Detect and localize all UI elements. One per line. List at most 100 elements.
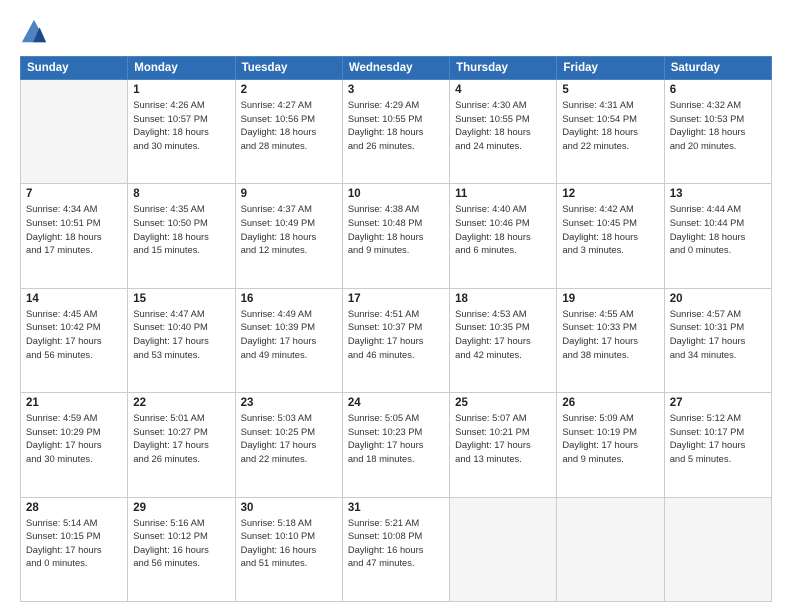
calendar-cell: 26 Sunrise: 5:09 AMSunset: 10:19 PMDaylig… xyxy=(557,393,664,497)
logo xyxy=(20,18,52,46)
day-info: Sunrise: 5:03 AMSunset: 10:25 PMDaylight… xyxy=(241,411,337,466)
header xyxy=(20,18,772,46)
calendar-table: SundayMondayTuesdayWednesdayThursdayFrid… xyxy=(20,56,772,602)
day-info: Sunrise: 4:29 AMSunset: 10:55 PMDaylight… xyxy=(348,98,444,153)
day-number: 3 xyxy=(348,84,444,96)
day-number: 4 xyxy=(455,84,551,96)
day-number: 21 xyxy=(26,397,122,409)
day-number: 20 xyxy=(670,293,766,305)
day-number: 9 xyxy=(241,188,337,200)
calendar-cell: 25 Sunrise: 5:07 AMSunset: 10:21 PMDaylig… xyxy=(450,393,557,497)
day-info: Sunrise: 4:26 AMSunset: 10:57 PMDaylight… xyxy=(133,98,229,153)
day-info: Sunrise: 4:51 AMSunset: 10:37 PMDaylight… xyxy=(348,307,444,362)
day-number: 23 xyxy=(241,397,337,409)
calendar-cell xyxy=(450,497,557,601)
calendar-cell: 17 Sunrise: 4:51 AMSunset: 10:37 PMDaylig… xyxy=(342,288,449,392)
calendar-cell: 28Sunrise: 5:14 AMSunset: 10:15 PMDaylig… xyxy=(21,497,128,601)
day-number: 13 xyxy=(670,188,766,200)
day-number: 14 xyxy=(26,293,122,305)
day-number: 16 xyxy=(241,293,337,305)
day-info: Sunrise: 4:57 AMSunset: 10:31 PMDaylight… xyxy=(670,307,766,362)
calendar-cell: 14 Sunrise: 4:45 AMSunset: 10:42 PMDaylig… xyxy=(21,288,128,392)
calendar-cell: 1Sunrise: 4:26 AMSunset: 10:57 PMDayligh… xyxy=(128,80,235,184)
calendar-cell: 13 Sunrise: 4:44 AMSunset: 10:44 PMDaylig… xyxy=(664,184,771,288)
calendar-cell: 30 Sunrise: 5:18 AMSunset: 10:10 PMDaylig… xyxy=(235,497,342,601)
calendar-week-row: 7 Sunrise: 4:34 AMSunset: 10:51 PMDayligh… xyxy=(21,184,772,288)
day-info: Sunrise: 5:21 AMSunset: 10:08 PMDaylight… xyxy=(348,516,444,571)
calendar-week-row: 28Sunrise: 5:14 AMSunset: 10:15 PMDaylig… xyxy=(21,497,772,601)
day-number: 29 xyxy=(133,502,229,514)
calendar-cell: 31 Sunrise: 5:21 AMSunset: 10:08 PMDaylig… xyxy=(342,497,449,601)
day-number: 22 xyxy=(133,397,229,409)
day-info: Sunrise: 4:38 AMSunset: 10:48 PMDaylight… xyxy=(348,202,444,257)
calendar-cell: 6 Sunrise: 4:32 AMSunset: 10:53 PMDayligh… xyxy=(664,80,771,184)
calendar-cell: 8 Sunrise: 4:35 AMSunset: 10:50 PMDayligh… xyxy=(128,184,235,288)
day-number: 19 xyxy=(562,293,658,305)
day-info: Sunrise: 5:07 AMSunset: 10:21 PMDaylight… xyxy=(455,411,551,466)
day-number: 12 xyxy=(562,188,658,200)
calendar-cell: 18Sunrise: 4:53 AMSunset: 10:35 PMDaylig… xyxy=(450,288,557,392)
day-info: Sunrise: 5:18 AMSunset: 10:10 PMDaylight… xyxy=(241,516,337,571)
day-info: Sunrise: 5:12 AMSunset: 10:17 PMDaylight… xyxy=(670,411,766,466)
day-info: Sunrise: 4:44 AMSunset: 10:44 PMDaylight… xyxy=(670,202,766,257)
day-info: Sunrise: 4:55 AMSunset: 10:33 PMDaylight… xyxy=(562,307,658,362)
calendar-cell: 15Sunrise: 4:47 AMSunset: 10:40 PMDaylig… xyxy=(128,288,235,392)
day-info: Sunrise: 5:01 AMSunset: 10:27 PMDaylight… xyxy=(133,411,229,466)
day-number: 7 xyxy=(26,188,122,200)
calendar-week-row: 14 Sunrise: 4:45 AMSunset: 10:42 PMDaylig… xyxy=(21,288,772,392)
day-number: 2 xyxy=(241,84,337,96)
day-info: Sunrise: 4:31 AMSunset: 10:54 PMDaylight… xyxy=(562,98,658,153)
calendar-cell: 19 Sunrise: 4:55 AMSunset: 10:33 PMDaylig… xyxy=(557,288,664,392)
day-number: 27 xyxy=(670,397,766,409)
calendar-header-tuesday: Tuesday xyxy=(235,57,342,80)
calendar-cell: 22 Sunrise: 5:01 AMSunset: 10:27 PMDaylig… xyxy=(128,393,235,497)
day-info: Sunrise: 5:09 AMSunset: 10:19 PMDaylight… xyxy=(562,411,658,466)
calendar-cell: 9 Sunrise: 4:37 AMSunset: 10:49 PMDayligh… xyxy=(235,184,342,288)
day-number: 26 xyxy=(562,397,658,409)
calendar-header-row: SundayMondayTuesdayWednesdayThursdayFrid… xyxy=(21,57,772,80)
calendar-cell: 3 Sunrise: 4:29 AMSunset: 10:55 PMDayligh… xyxy=(342,80,449,184)
day-number: 31 xyxy=(348,502,444,514)
day-info: Sunrise: 4:40 AMSunset: 10:46 PMDaylight… xyxy=(455,202,551,257)
day-number: 11 xyxy=(455,188,551,200)
day-info: Sunrise: 4:32 AMSunset: 10:53 PMDaylight… xyxy=(670,98,766,153)
calendar-cell: 23 Sunrise: 5:03 AMSunset: 10:25 PMDaylig… xyxy=(235,393,342,497)
day-info: Sunrise: 4:59 AMSunset: 10:29 PMDaylight… xyxy=(26,411,122,466)
day-number: 30 xyxy=(241,502,337,514)
calendar-cell: 4 Sunrise: 4:30 AMSunset: 10:55 PMDayligh… xyxy=(450,80,557,184)
calendar-header-wednesday: Wednesday xyxy=(342,57,449,80)
calendar-cell: 5 Sunrise: 4:31 AMSunset: 10:54 PMDayligh… xyxy=(557,80,664,184)
day-number: 5 xyxy=(562,84,658,96)
day-info: Sunrise: 4:42 AMSunset: 10:45 PMDaylight… xyxy=(562,202,658,257)
calendar-cell xyxy=(664,497,771,601)
day-number: 6 xyxy=(670,84,766,96)
day-info: Sunrise: 4:35 AMSunset: 10:50 PMDaylight… xyxy=(133,202,229,257)
day-number: 25 xyxy=(455,397,551,409)
day-info: Sunrise: 4:45 AMSunset: 10:42 PMDaylight… xyxy=(26,307,122,362)
calendar-week-row: 21 Sunrise: 4:59 AMSunset: 10:29 PMDaylig… xyxy=(21,393,772,497)
day-number: 24 xyxy=(348,397,444,409)
day-info: Sunrise: 4:37 AMSunset: 10:49 PMDaylight… xyxy=(241,202,337,257)
calendar-cell: 12 Sunrise: 4:42 AMSunset: 10:45 PMDaylig… xyxy=(557,184,664,288)
calendar-cell: 21 Sunrise: 4:59 AMSunset: 10:29 PMDaylig… xyxy=(21,393,128,497)
day-info: Sunrise: 4:49 AMSunset: 10:39 PMDaylight… xyxy=(241,307,337,362)
day-number: 8 xyxy=(133,188,229,200)
calendar-cell: 10Sunrise: 4:38 AMSunset: 10:48 PMDaylig… xyxy=(342,184,449,288)
calendar-cell: 27 Sunrise: 5:12 AMSunset: 10:17 PMDaylig… xyxy=(664,393,771,497)
calendar-week-row: 1Sunrise: 4:26 AMSunset: 10:57 PMDayligh… xyxy=(21,80,772,184)
day-number: 17 xyxy=(348,293,444,305)
day-info: Sunrise: 4:34 AMSunset: 10:51 PMDaylight… xyxy=(26,202,122,257)
day-info: Sunrise: 4:27 AMSunset: 10:56 PMDaylight… xyxy=(241,98,337,153)
page: SundayMondayTuesdayWednesdayThursdayFrid… xyxy=(0,0,792,612)
calendar-header-saturday: Saturday xyxy=(664,57,771,80)
day-info: Sunrise: 5:05 AMSunset: 10:23 PMDaylight… xyxy=(348,411,444,466)
calendar-cell: 24 Sunrise: 5:05 AMSunset: 10:23 PMDaylig… xyxy=(342,393,449,497)
calendar-cell: 16 Sunrise: 4:49 AMSunset: 10:39 PMDaylig… xyxy=(235,288,342,392)
calendar-cell xyxy=(21,80,128,184)
day-info: Sunrise: 5:16 AMSunset: 10:12 PMDaylight… xyxy=(133,516,229,571)
calendar-cell: 7 Sunrise: 4:34 AMSunset: 10:51 PMDayligh… xyxy=(21,184,128,288)
calendar-cell xyxy=(557,497,664,601)
day-info: Sunrise: 4:30 AMSunset: 10:55 PMDaylight… xyxy=(455,98,551,153)
calendar-header-thursday: Thursday xyxy=(450,57,557,80)
logo-icon xyxy=(20,18,48,46)
